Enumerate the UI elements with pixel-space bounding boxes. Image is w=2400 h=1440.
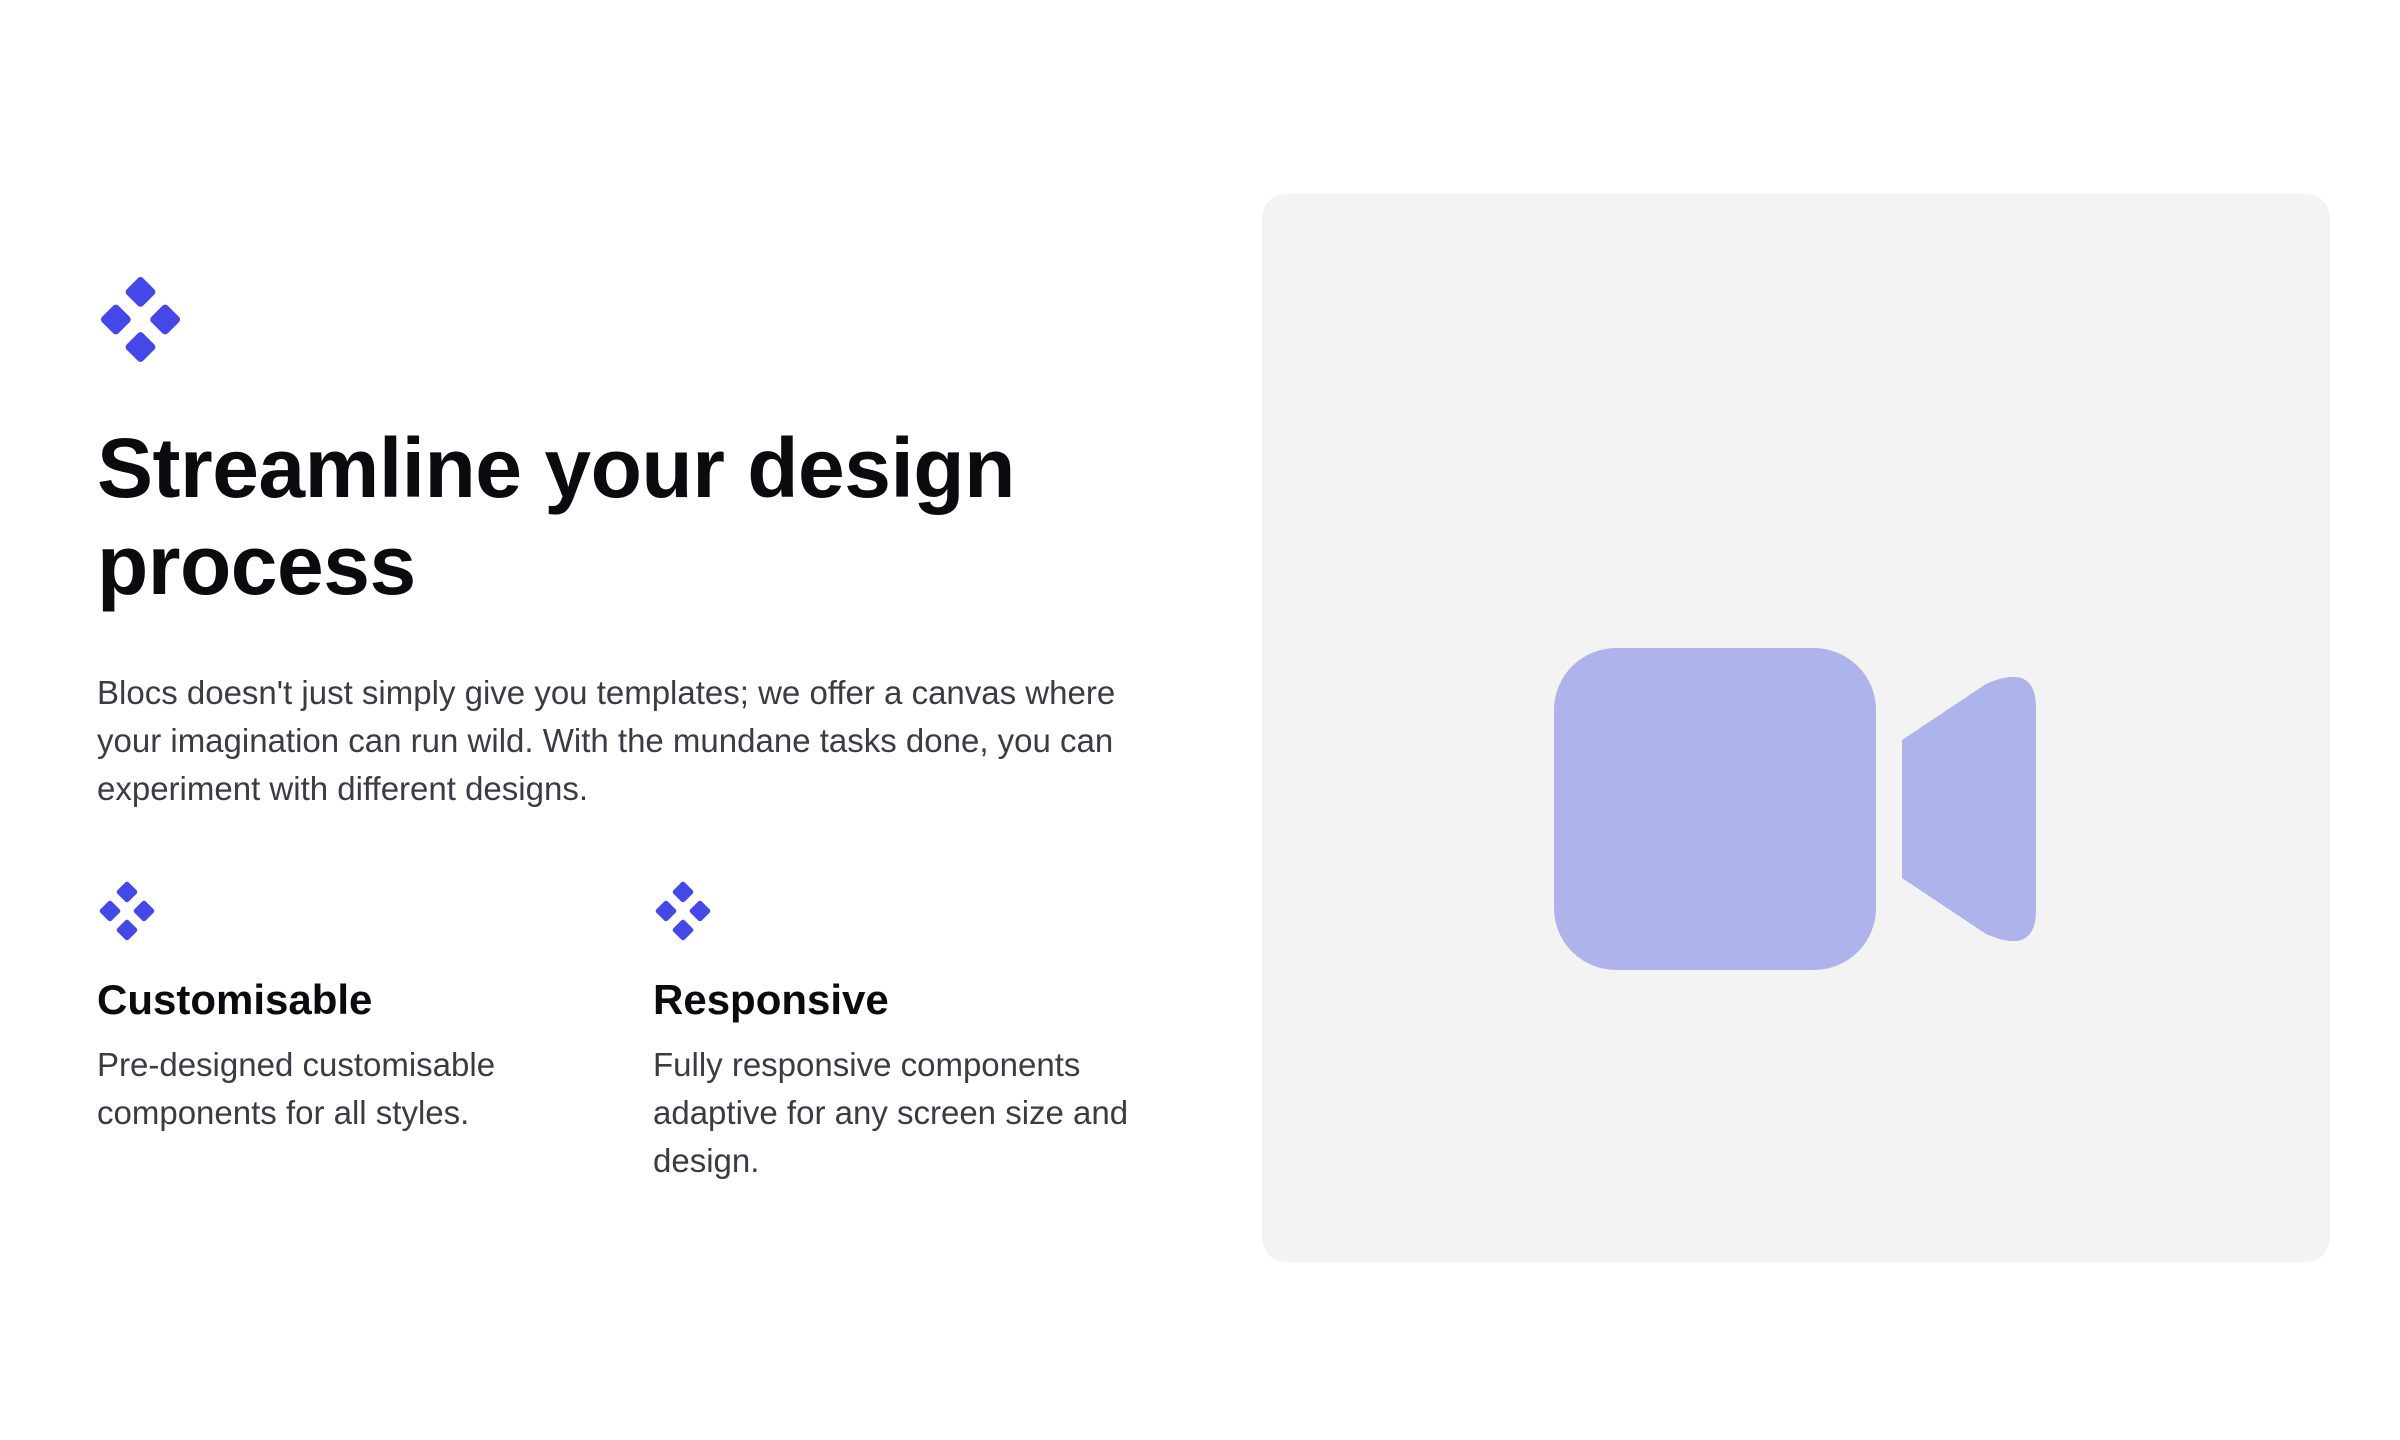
video-camera-icon bbox=[1554, 648, 2036, 970]
feature-title: Responsive bbox=[653, 976, 889, 1023]
intro-text: Blocs doesn't just simply give you templ… bbox=[97, 674, 1116, 807]
diamond-cluster-icon bbox=[655, 881, 711, 941]
feature-section: Streamline your design process Blocs doe… bbox=[0, 0, 2400, 1440]
feature-list: Customisable Pre-designed customisable c… bbox=[97, 881, 1172, 1201]
video-placeholder[interactable] bbox=[1262, 194, 2330, 1262]
feature-item-responsive: Responsive Fully responsive components a… bbox=[653, 881, 1173, 1185]
diamond-cluster-icon bbox=[100, 277, 181, 362]
feature-item-customisable: Customisable Pre-designed customisable c… bbox=[97, 881, 617, 1137]
page-title: Streamline your design process bbox=[97, 421, 1015, 612]
content-column: Streamline your design process Blocs doe… bbox=[97, 276, 1172, 1201]
diamond-cluster-icon bbox=[99, 881, 155, 941]
feature-description: Pre-designed customisable components for… bbox=[97, 1046, 496, 1131]
feature-title: Customisable bbox=[97, 976, 373, 1023]
feature-description: Fully responsive components adaptive for… bbox=[653, 1046, 1129, 1179]
